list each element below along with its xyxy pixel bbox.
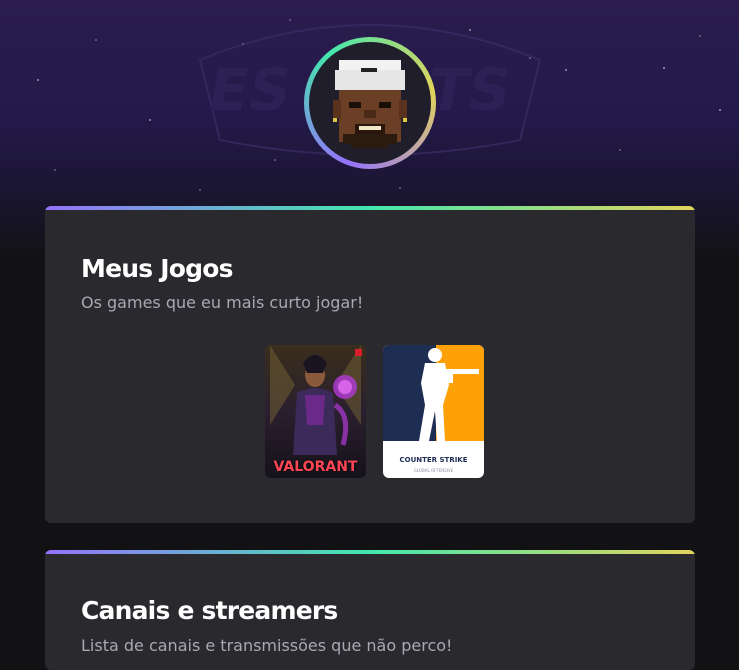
pixel-art-avatar-icon [333, 60, 407, 148]
valorant-logo-text: VALORANT [273, 459, 358, 475]
game-cover-valorant[interactable]: VALORANT [265, 345, 366, 478]
svg-text:TS: TS [423, 56, 516, 123]
streams-card: Canais e streamers Lista de canais e tra… [45, 550, 695, 670]
streams-title: Canais e streamers [81, 596, 338, 625]
game-list: VALORANT COUNTER STRIKE GLOBAL OFFENSIVE [265, 345, 484, 478]
svg-text:ES: ES [203, 56, 296, 123]
counter-strike-logo-text: COUNTER STRIKE [399, 456, 468, 464]
game-cover-counter-strike[interactable]: COUNTER STRIKE GLOBAL OFFENSIVE [383, 345, 484, 478]
games-subtitle: Os games que eu mais curto jogar! [81, 293, 364, 312]
counter-strike-subtitle-text: GLOBAL OFFENSIVE [413, 468, 454, 473]
streams-subtitle: Lista de canais e transmissões que não p… [81, 636, 453, 655]
games-title: Meus Jogos [81, 254, 233, 283]
avatar [304, 37, 436, 169]
games-card: Meus Jogos Os games que eu mais curto jo… [45, 206, 695, 523]
avatar-image [309, 42, 431, 164]
